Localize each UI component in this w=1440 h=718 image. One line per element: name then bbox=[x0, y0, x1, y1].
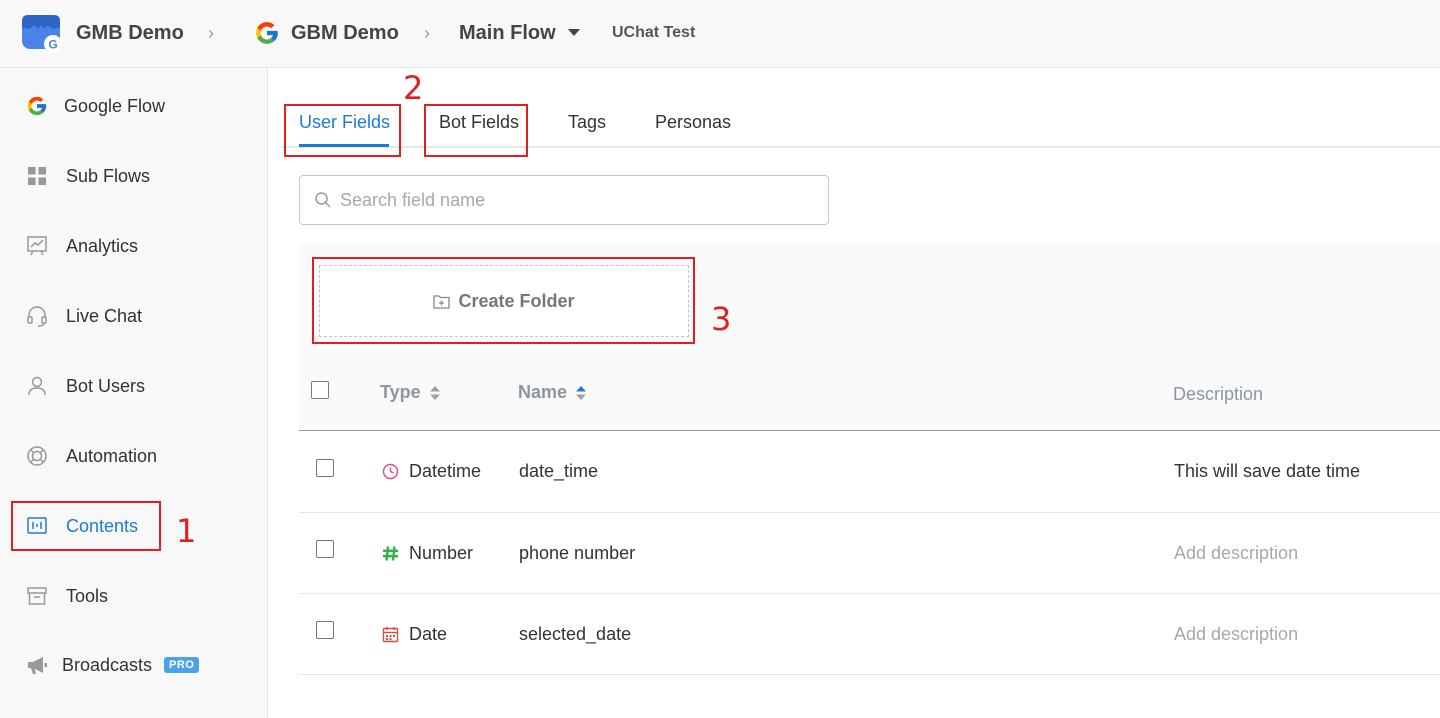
store-icon: G bbox=[20, 11, 64, 55]
column-header-label: Name bbox=[518, 382, 568, 402]
headset-icon bbox=[26, 305, 48, 327]
add-description-link[interactable]: Add description bbox=[1174, 543, 1298, 564]
annotation-box-create-folder bbox=[312, 257, 695, 344]
calendar-icon bbox=[381, 626, 399, 644]
breadcrumb-workspace[interactable]: G GMB Demo bbox=[20, 0, 184, 66]
hash-icon bbox=[381, 545, 399, 563]
row-type: Number bbox=[381, 543, 473, 564]
row-checkbox[interactable] bbox=[316, 540, 334, 558]
grid-icon bbox=[26, 165, 48, 187]
sidebar-item-tools[interactable]: Tools bbox=[26, 576, 256, 616]
row-checkbox[interactable] bbox=[316, 621, 334, 639]
row-type-label: Date bbox=[409, 624, 448, 644]
sidebar-item-label: Analytics bbox=[66, 235, 139, 256]
annotation-number: 3 bbox=[711, 300, 732, 338]
sort-icon bbox=[575, 385, 587, 401]
sort-icon bbox=[429, 385, 441, 401]
row-description[interactable]: This will save date time bbox=[1174, 461, 1360, 482]
breadcrumb-channel-label: GBM Demo bbox=[291, 21, 399, 44]
annotation-number: 1 bbox=[176, 512, 197, 550]
megaphone-icon bbox=[26, 654, 48, 676]
svg-text:G: G bbox=[48, 38, 57, 52]
search-box bbox=[299, 175, 829, 225]
sidebar-item-label: Automation bbox=[66, 445, 158, 466]
sidebar-item-label: Tools bbox=[66, 585, 109, 606]
row-type: Datetime bbox=[381, 461, 481, 482]
row-name: phone number bbox=[519, 543, 636, 563]
column-header-name[interactable]: Name bbox=[518, 382, 587, 403]
column-header-label: Type bbox=[380, 382, 421, 402]
flow-selector[interactable]: Main Flow bbox=[459, 0, 580, 66]
sidebar-item-label: Broadcasts bbox=[62, 654, 153, 675]
search-input[interactable] bbox=[340, 189, 800, 211]
sidebar-item-label: Live Chat bbox=[66, 305, 143, 326]
chart-icon bbox=[26, 235, 48, 257]
chevron-right-icon: › bbox=[424, 23, 430, 43]
column-header-label: Description bbox=[1173, 384, 1264, 404]
archive-icon bbox=[26, 585, 48, 607]
sidebar-item-automation[interactable]: Automation bbox=[26, 436, 256, 476]
row-type-label: Number bbox=[409, 543, 474, 563]
sidebar-item-sub-flows[interactable]: Sub Flows bbox=[26, 156, 256, 196]
sidebar-item-live-chat[interactable]: Live Chat bbox=[26, 296, 256, 336]
breadcrumb-workspace-label: GMB Demo bbox=[76, 21, 184, 44]
annotation-box-contents bbox=[11, 501, 161, 551]
annotation-number: 2 bbox=[403, 69, 424, 107]
sidebar-item-bot-users[interactable]: Bot Users bbox=[26, 366, 256, 406]
row-name: selected_date bbox=[519, 624, 632, 644]
top-bar: G GMB Demo › GBM Demo › Main Flow UChat … bbox=[0, 0, 1440, 68]
sidebar-item-analytics[interactable]: Analytics bbox=[26, 226, 256, 266]
chevron-right-icon: › bbox=[208, 23, 214, 43]
bot-name: UChat Test bbox=[612, 0, 695, 66]
column-header-type[interactable]: Type bbox=[380, 382, 441, 403]
flow-selector-label: Main Flow bbox=[459, 21, 556, 44]
clock-icon bbox=[381, 463, 399, 481]
row-divider bbox=[299, 674, 1440, 675]
breadcrumb-channel[interactable]: GBM Demo bbox=[254, 0, 399, 66]
google-icon bbox=[26, 95, 48, 117]
row-type: Date bbox=[381, 624, 447, 645]
search-icon bbox=[314, 191, 332, 209]
caret-down-icon bbox=[567, 24, 580, 42]
lifebuoy-icon bbox=[26, 445, 48, 467]
select-all-checkbox[interactable] bbox=[311, 381, 329, 399]
google-icon bbox=[254, 20, 280, 46]
row-divider bbox=[299, 512, 1440, 513]
row-checkbox[interactable] bbox=[316, 459, 334, 477]
annotation-box-user-fields bbox=[284, 104, 401, 157]
tab-tags[interactable]: Tags bbox=[568, 112, 606, 133]
user-icon bbox=[26, 375, 48, 397]
row-type-label: Datetime bbox=[409, 461, 482, 481]
annotation-box-bot-fields bbox=[424, 104, 528, 157]
tab-personas[interactable]: Personas bbox=[655, 112, 731, 133]
row-name: date_time bbox=[519, 461, 599, 481]
table-header-divider bbox=[299, 430, 1440, 431]
sidebar-item-google-flow[interactable]: Google Flow bbox=[26, 86, 256, 126]
bot-name-label: UChat Test bbox=[612, 24, 696, 41]
sidebar-item-broadcasts[interactable]: Broadcasts PRO bbox=[26, 645, 256, 685]
sidebar-item-label: Google Flow bbox=[64, 95, 166, 116]
add-description-link[interactable]: Add description bbox=[1174, 624, 1298, 645]
pro-badge: PRO bbox=[164, 657, 200, 673]
sidebar-item-label: Bot Users bbox=[66, 375, 146, 396]
sidebar-item-label: Sub Flows bbox=[66, 165, 151, 186]
row-divider bbox=[299, 593, 1440, 594]
column-header-description: Description bbox=[1173, 384, 1263, 405]
